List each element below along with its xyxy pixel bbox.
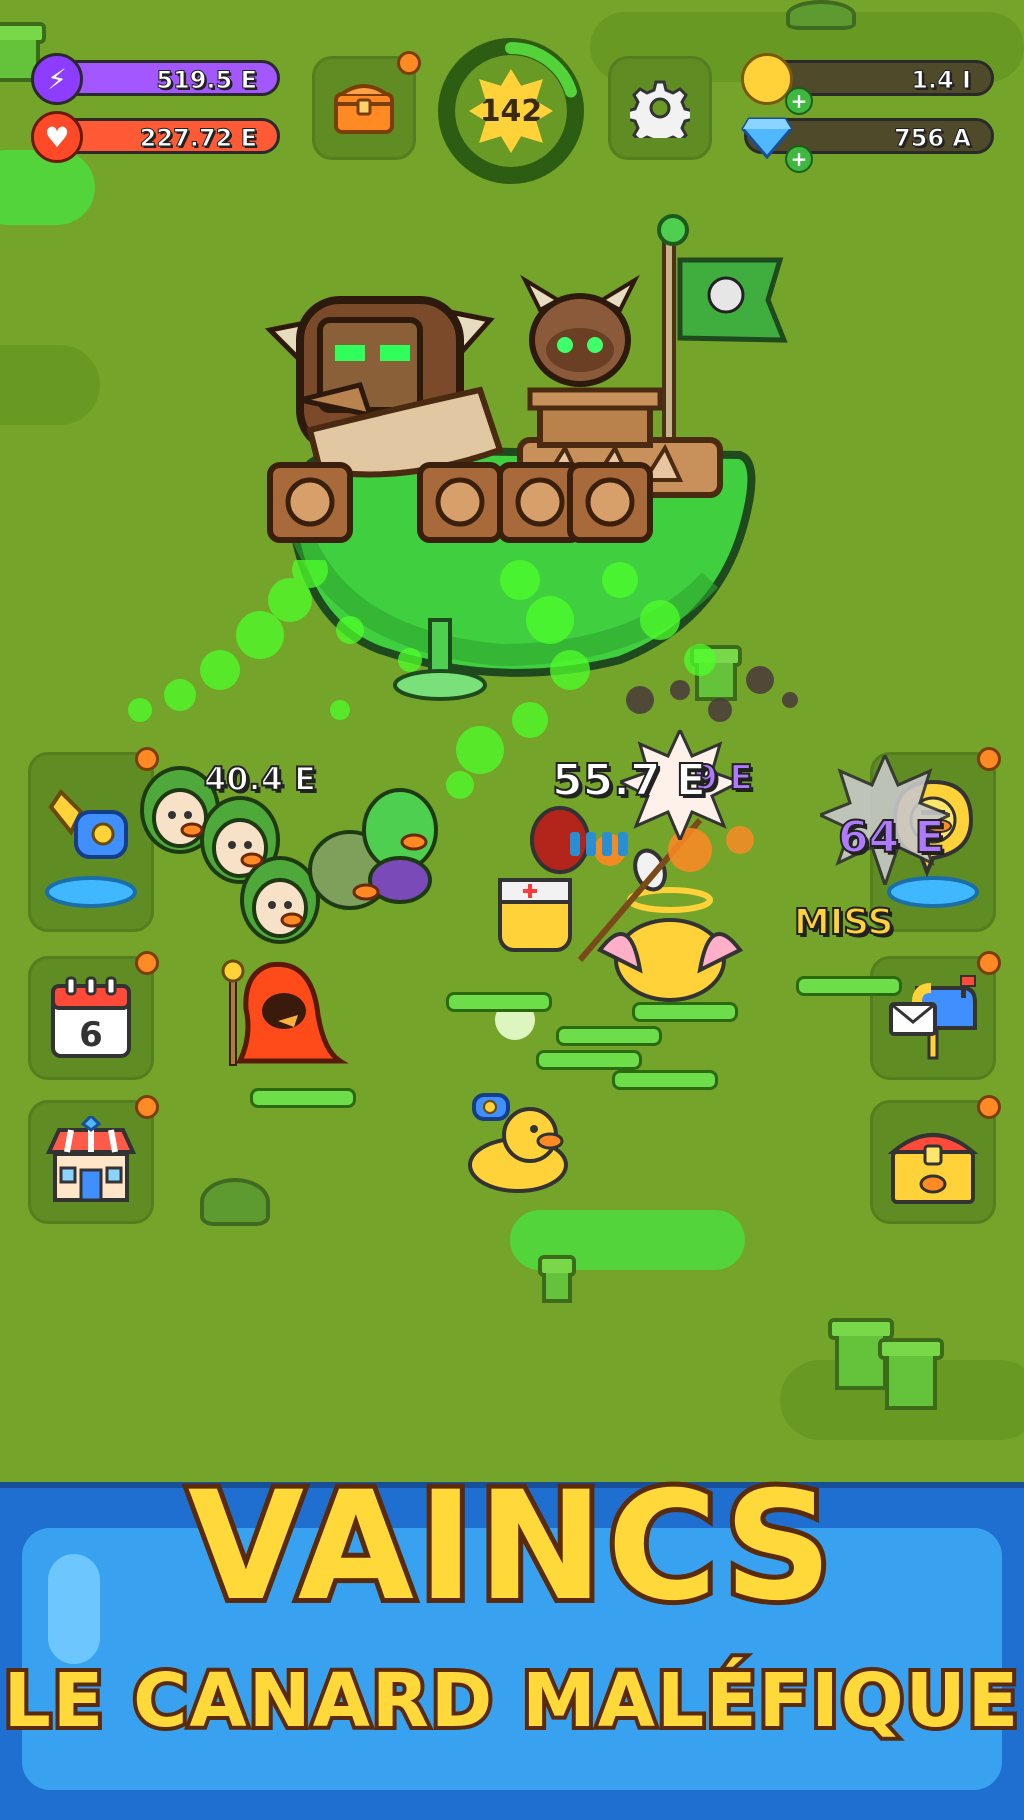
unit-health-bar (250, 1088, 356, 1108)
notification-dot (977, 747, 1001, 771)
unit-health-bar (612, 1070, 718, 1090)
damage-number-left: 40.4 E (203, 759, 317, 799)
treasure-chest-icon (887, 1133, 979, 1204)
shop-icon (45, 1116, 137, 1202)
settings-button[interactable] (608, 56, 712, 160)
damage-number-center: 55.7 E (551, 754, 707, 807)
unit-health-bar (632, 1002, 738, 1022)
gear-icon (630, 80, 690, 138)
lightning-icon: ⚡ (31, 53, 83, 105)
notification-dot (977, 951, 1001, 975)
green-pipe (538, 1255, 576, 1303)
gem-counter[interactable]: + 756 A (741, 117, 994, 173)
energy-bar: ⚡ 519.5 E (31, 53, 280, 105)
gem-value: 756 A (893, 124, 971, 153)
horn-icon (45, 788, 137, 908)
green-pipe (878, 1338, 944, 1410)
mailbox-button[interactable] (870, 951, 1001, 1080)
chest-icon (334, 84, 394, 134)
shop-button[interactable] (28, 1095, 159, 1224)
player-yellow-duck[interactable] (460, 1085, 570, 1195)
damage-number-right: 64 E (837, 811, 946, 864)
dark-grass-patch (0, 345, 100, 425)
mossy-rock (200, 1178, 270, 1226)
notification-dot (135, 1095, 159, 1119)
coin-counter[interactable]: + 1.4 I (741, 53, 994, 115)
game-scene[interactable]: ⚡ 519.5 E ♥ 227.72 E 142 + 1.4 I + 756 A… (0, 0, 1024, 1820)
health-bar: ♥ 227.72 E (31, 111, 280, 163)
miss-indicator: MISS (793, 901, 894, 944)
heart-icon: ♥ (31, 111, 83, 163)
player-level-badge[interactable]: 142 (438, 38, 584, 184)
unit-health-bar (446, 992, 552, 1012)
add-gems-icon[interactable]: + (785, 145, 813, 173)
mossy-rock (786, 0, 856, 30)
notification-dot (977, 1095, 1001, 1119)
calendar-icon: 6 (51, 976, 131, 1058)
banner-subtitle: LE CANARD MALÉFIQUE (0, 1654, 1022, 1748)
level-number: 142 (479, 93, 543, 129)
coin-value: 1.4 I (911, 66, 972, 95)
energy-value: 519.5 E (156, 66, 258, 95)
notification-dot (397, 51, 421, 75)
treasure-chest-button[interactable] (870, 1095, 1001, 1224)
unit-health-bar (556, 1026, 662, 1046)
unit-health-bar (796, 976, 902, 996)
health-value: 227.72 E (139, 124, 257, 153)
star-icon: 142 (469, 69, 553, 153)
banner-title: VAINCS (183, 1455, 837, 1639)
add-coins-icon[interactable]: + (785, 87, 813, 115)
red-hooded-mage-duck[interactable] (220, 955, 360, 1075)
unit-health-bar (536, 1050, 642, 1070)
inventory-chest-button[interactable] (312, 51, 421, 160)
calendar-day-label: 6 (79, 1015, 103, 1055)
